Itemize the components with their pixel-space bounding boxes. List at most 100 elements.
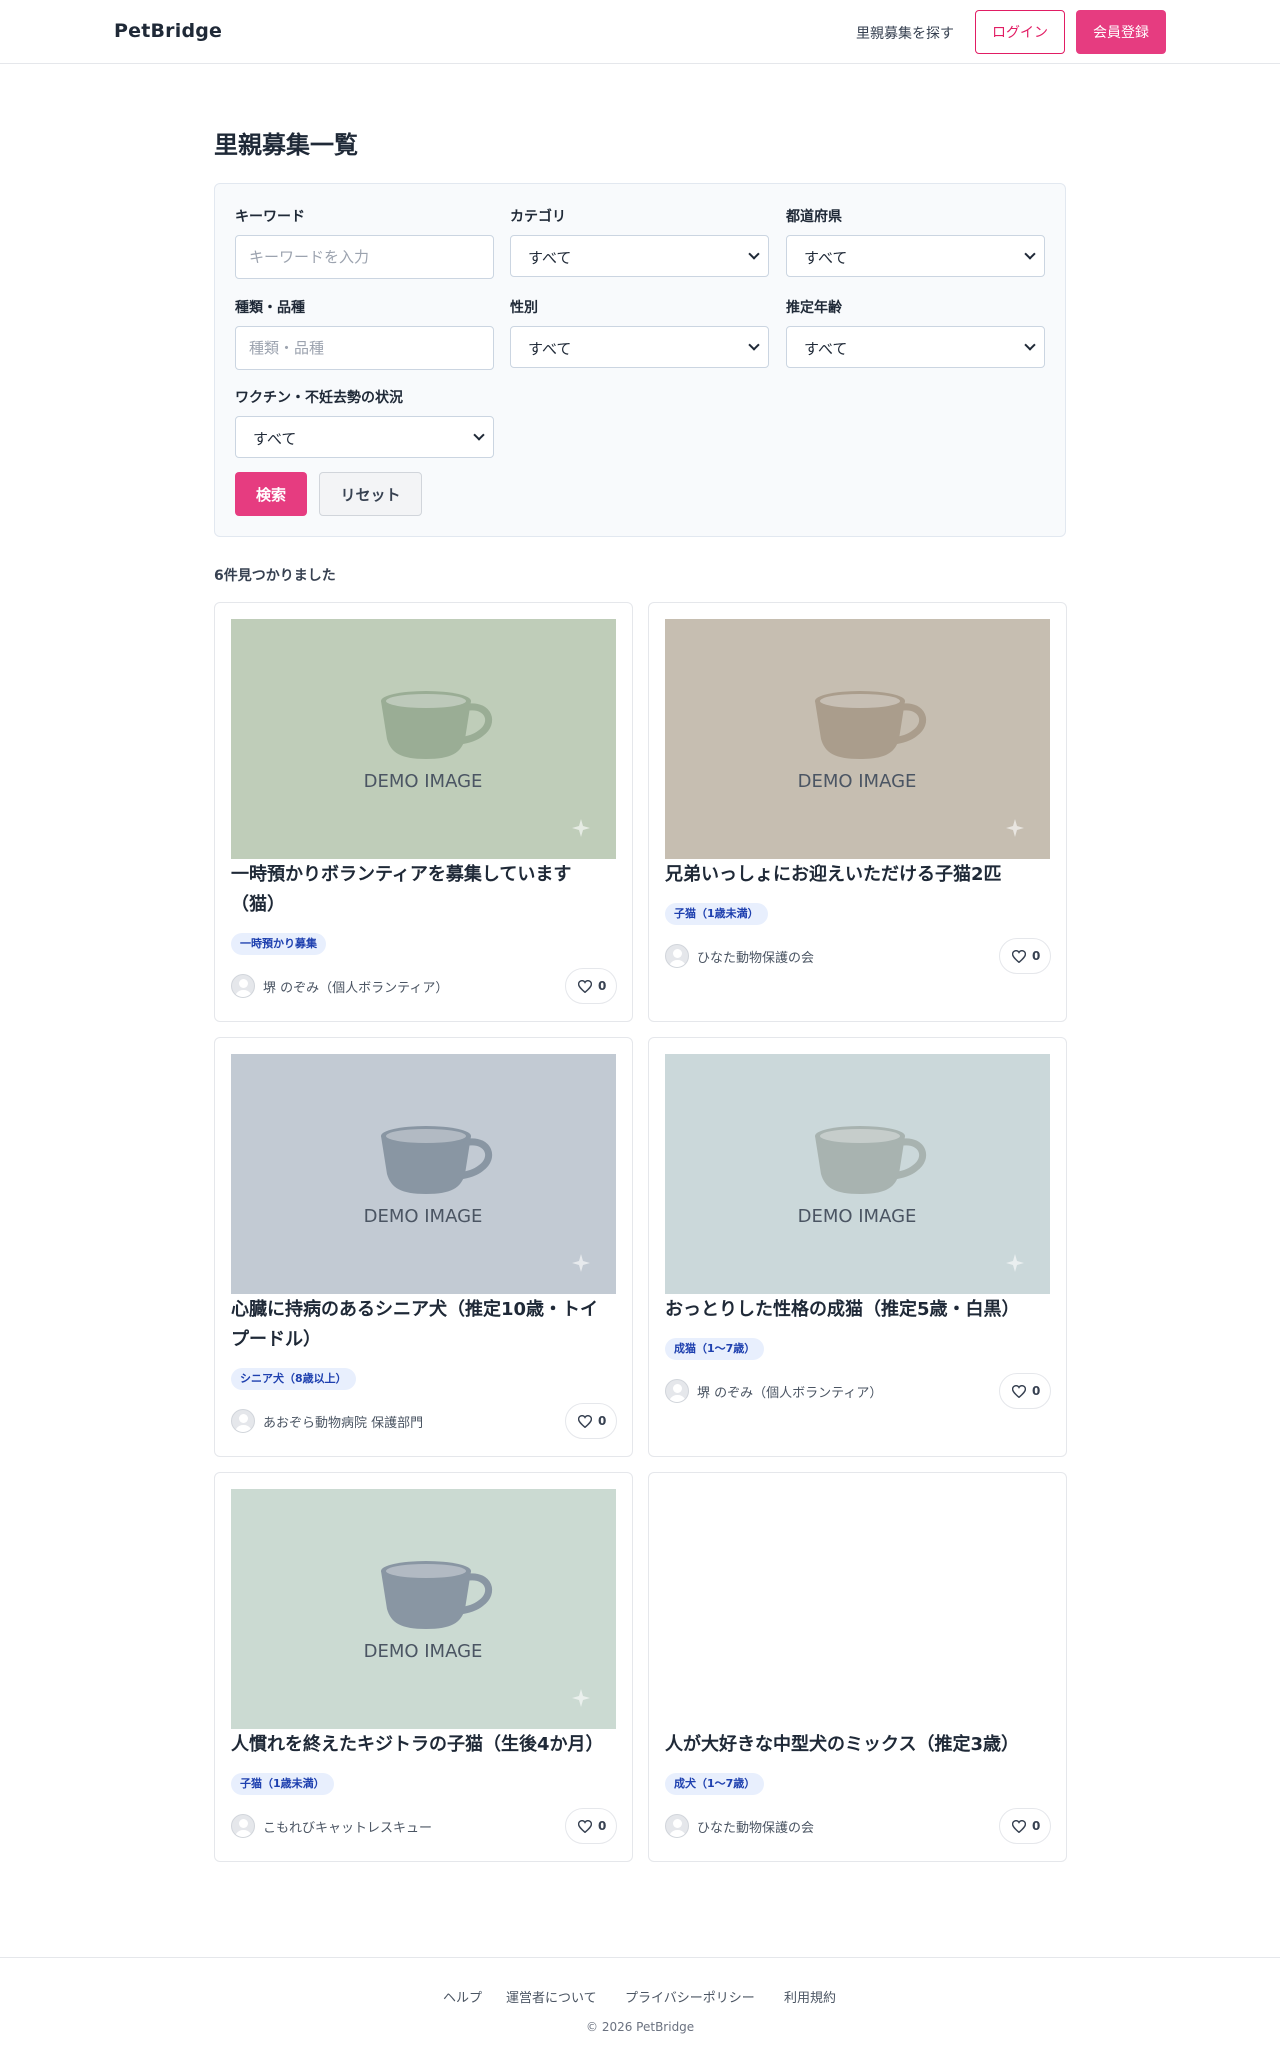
prefecture-label: 都道府県 [786, 209, 842, 225]
listing-title[interactable]: 一時預かりボランティアを募集しています（猫） [231, 860, 616, 920]
keyword-input[interactable] [235, 235, 494, 279]
favorite-count: 0 [1032, 1819, 1041, 1833]
owner-name: 堺 のぞみ（個人ボランティア） [697, 1386, 883, 1401]
avatar [665, 1379, 689, 1403]
category-badge: 成猫（1〜7歳） [665, 1338, 765, 1360]
chevron-down-icon [1024, 248, 1036, 260]
age-select[interactable]: すべて [786, 326, 1045, 368]
category-select-value: すべて [528, 249, 572, 267]
heart-icon [578, 980, 592, 993]
heart-icon [578, 1415, 592, 1428]
owner-name: あおぞら動物病院 保護部門 [263, 1416, 424, 1431]
footer-link-help[interactable]: ヘルプ [443, 1987, 482, 2006]
image-background [665, 1489, 1050, 1729]
heart-icon [1012, 1385, 1026, 1398]
listing-card[interactable]: DEMO IMAGE 一時預かりボランティアを募集しています（猫） 一時預かり募… [214, 602, 633, 1022]
gender-label: 性別 [510, 300, 538, 316]
listing-image[interactable]: DEMO IMAGE [665, 1054, 1050, 1294]
age-label: 推定年齢 [786, 300, 842, 316]
category-badge: シニア犬（8歳以上） [231, 1368, 356, 1390]
listing-card[interactable]: DEMO IMAGE おっとりした性格の成猫（推定5歳・白黒） 成猫（1〜7歳）… [648, 1037, 1067, 1457]
owner-name: ひなた動物保護の会 [697, 951, 815, 966]
category-badge: 子猫（1歳未満） [665, 903, 768, 925]
avatar [231, 1409, 255, 1433]
footer: ヘルプ 運営者について プライバシーポリシー 利用規約 © 2026 PetBr… [0, 1957, 1280, 2053]
avatar [231, 1814, 255, 1838]
favorite-button[interactable]: 0 [999, 1808, 1051, 1844]
footer-link-privacy[interactable]: プライバシーポリシー [625, 1987, 755, 2006]
avatar [665, 1814, 689, 1838]
favorite-button[interactable]: 0 [565, 1403, 617, 1439]
category-badge: 子猫（1歳未満） [231, 1773, 334, 1795]
listing-title[interactable]: 人慣れを終えたキジトラの子猫（生後4か月） [231, 1730, 616, 1760]
age-select-value: すべて [804, 340, 848, 358]
login-button[interactable]: ログイン [975, 10, 1065, 54]
keyword-label: キーワード [235, 209, 305, 225]
footer-link-terms[interactable]: 利用規約 [784, 1987, 836, 2006]
listing-image[interactable]: DEMO IMAGE [231, 1054, 616, 1294]
chevron-down-icon [748, 339, 760, 351]
favorite-count: 0 [598, 979, 607, 993]
vaccine-label: ワクチン・不妊去勢の状況 [235, 390, 403, 406]
breed-label: 種類・品種 [235, 300, 305, 316]
owner-name: こもれびキャットレスキュー [263, 1821, 433, 1836]
gender-select[interactable]: すべて [510, 326, 769, 368]
favorite-button[interactable]: 0 [565, 968, 617, 1004]
prefecture-select-value: すべて [804, 249, 848, 267]
favorite-count: 0 [598, 1414, 607, 1428]
copyright: © 2026 PetBridge [586, 2020, 695, 2034]
result-count: 6件見つかりました [214, 568, 336, 584]
avatar [231, 974, 255, 998]
heart-icon [1012, 950, 1026, 963]
search-filter-panel: キーワード カテゴリ すべて 都道府県 すべて 種類・品種 性別 すべて 推定年… [214, 183, 1066, 537]
listing-image[interactable]: DEMO IMAGE [231, 1489, 616, 1729]
favorite-button[interactable]: 0 [999, 938, 1051, 974]
favorite-count: 0 [1032, 949, 1041, 963]
search-button[interactable]: 検索 [235, 472, 307, 516]
gender-select-value: すべて [528, 340, 572, 358]
brand-logo[interactable]: PetBridge [114, 20, 222, 42]
listing-title[interactable]: 心臓に持病のあるシニア犬（推定10歳・トイプードル） [231, 1295, 616, 1355]
listing-card[interactable]: DEMO IMAGE 兄弟いっしょにお迎えいただける子猫2匹 子猫（1歳未満） … [648, 602, 1067, 1022]
nav-find-listings-link[interactable]: 里親募集を探す [856, 23, 954, 43]
vaccine-select-value: すべて [253, 430, 297, 448]
demo-image-label: DEMO IMAGE [364, 771, 483, 792]
favorite-button[interactable]: 0 [565, 1808, 617, 1844]
listing-card[interactable]: DEMO IMAGE 心臓に持病のあるシニア犬（推定10歳・トイプードル） シニ… [214, 1037, 633, 1457]
top-navbar: PetBridge 里親募集を探す ログイン 会員登録 [0, 0, 1280, 64]
owner-name: ひなた動物保護の会 [697, 1821, 815, 1836]
category-badge: 成犬（1〜7歳） [665, 1773, 765, 1795]
listing-image[interactable]: DEMO IMAGE [231, 619, 616, 859]
category-select[interactable]: すべて [510, 235, 769, 277]
owner-name: 堺 のぞみ（個人ボランティア） [263, 981, 449, 996]
listing-image[interactable]: DEMO IMAGE [665, 619, 1050, 859]
favorite-button[interactable]: 0 [999, 1373, 1051, 1409]
listing-card[interactable]: DEMO IMAGE 人慣れを終えたキジトラの子猫（生後4か月） 子猫（1歳未満… [214, 1472, 633, 1862]
chevron-down-icon [1024, 339, 1036, 351]
reset-button[interactable]: リセット [319, 472, 422, 516]
category-label: カテゴリ [510, 209, 566, 225]
heart-icon [1012, 1820, 1026, 1833]
page-title: 里親募集一覧 [214, 131, 358, 159]
listing-title[interactable]: おっとりした性格の成猫（推定5歳・白黒） [665, 1295, 1050, 1325]
listing-image[interactable] [665, 1489, 1050, 1729]
listing-title[interactable]: 人が大好きな中型犬のミックス（推定3歳） [665, 1730, 1050, 1760]
category-badge: 一時預かり募集 [231, 933, 326, 955]
demo-image-label: DEMO IMAGE [364, 1641, 483, 1662]
chevron-down-icon [748, 248, 760, 260]
demo-image-label: DEMO IMAGE [798, 1206, 917, 1227]
demo-image-label: DEMO IMAGE [798, 771, 917, 792]
prefecture-select[interactable]: すべて [786, 235, 1045, 277]
avatar [665, 944, 689, 968]
chevron-down-icon [473, 429, 485, 441]
demo-image-label: DEMO IMAGE [364, 1206, 483, 1227]
favorite-count: 0 [1032, 1384, 1041, 1398]
listing-title[interactable]: 兄弟いっしょにお迎えいただける子猫2匹 [665, 860, 1050, 890]
footer-link-about[interactable]: 運営者について [506, 1987, 597, 2006]
listing-card[interactable]: 人が大好きな中型犬のミックス（推定3歳） 成犬（1〜7歳） ひなた動物保護の会 … [648, 1472, 1067, 1862]
heart-icon [578, 1820, 592, 1833]
signup-button[interactable]: 会員登録 [1076, 10, 1166, 54]
vaccine-select[interactable]: すべて [235, 416, 494, 458]
favorite-count: 0 [598, 1819, 607, 1833]
breed-input[interactable] [235, 326, 494, 370]
